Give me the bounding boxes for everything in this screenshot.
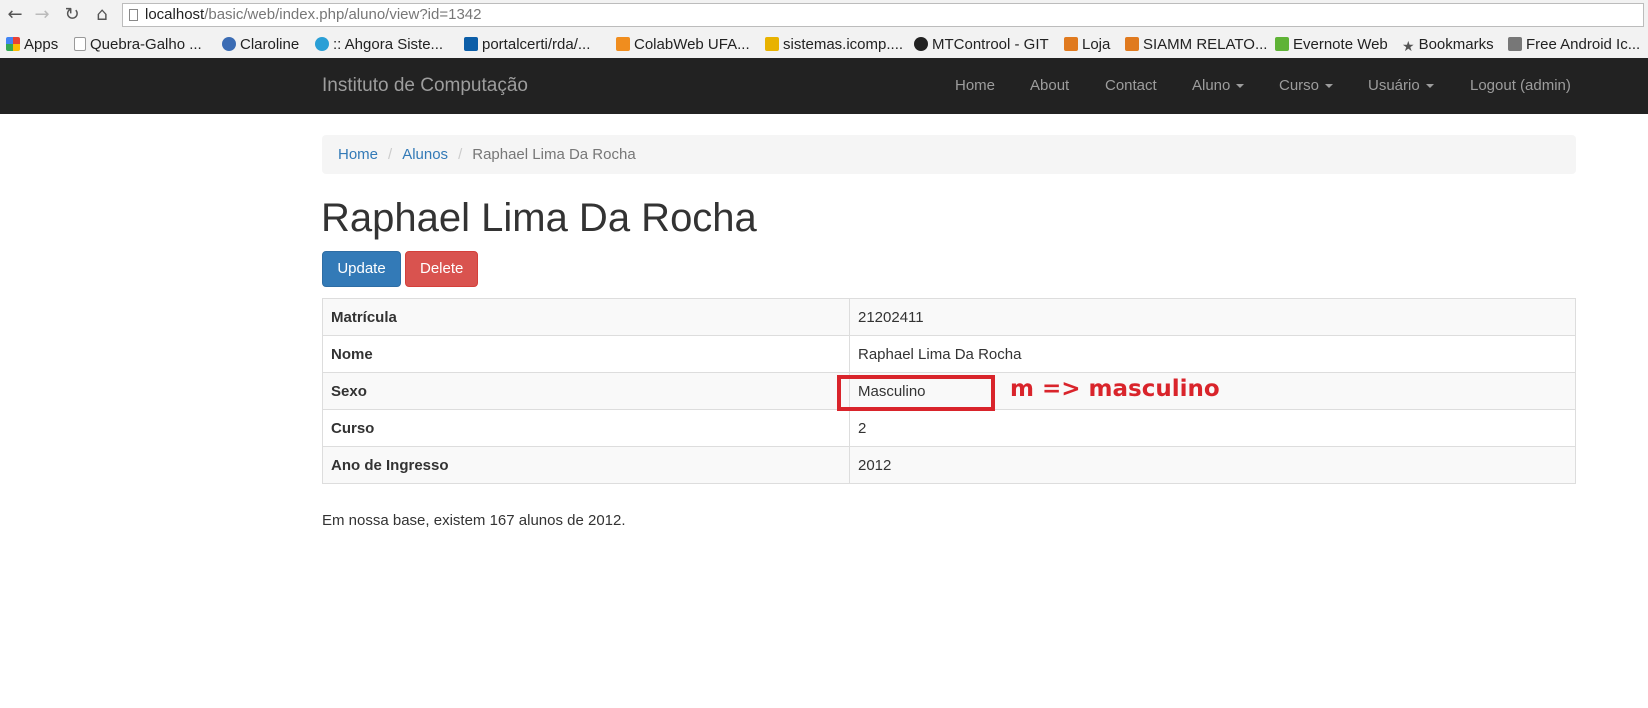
back-arrow-icon[interactable]: ← <box>4 4 26 26</box>
bookmark-portalcerti[interactable]: portalcerti/rda/... <box>464 31 590 58</box>
breadcrumb: Home / Alunos / Raphael Lima Da Rocha <box>322 135 1576 174</box>
bookmark-label: Bookmarks <box>1418 36 1494 53</box>
row-value: 2 <box>849 409 1576 447</box>
apps-grid-icon <box>6 37 20 51</box>
bookmark-label: portalcerti/rda/... <box>482 36 591 53</box>
nav-home[interactable]: Home <box>955 58 995 114</box>
table-row: Nome Raphael Lima Da Rocha <box>322 335 1576 373</box>
nav-usuario-label: Usuário <box>1368 77 1420 94</box>
table-row: Curso 2 <box>322 409 1576 447</box>
bookmark-evernote[interactable]: Evernote Web <box>1275 31 1388 58</box>
android-icon <box>1508 37 1522 51</box>
bookmark-colabweb[interactable]: ColabWeb UFA... <box>616 31 750 58</box>
row-label: Curso <box>322 409 850 447</box>
bookmark-apps[interactable]: Apps <box>6 31 58 58</box>
browser-toolbar: ← → ↻ ⌂ localhost/basic/web/index.php/al… <box>0 0 1648 32</box>
table-row: Ano de Ingresso 2012 <box>322 446 1576 484</box>
row-label: Ano de Ingresso <box>322 446 850 484</box>
nav-aluno-dropdown[interactable]: Aluno <box>1192 58 1245 114</box>
nav-curso-dropdown[interactable]: Curso <box>1279 58 1334 114</box>
nav-curso-label: Curso <box>1279 77 1320 94</box>
url-path: /basic/web/index.php/aluno/view?id=1342 <box>204 6 482 23</box>
bookmark-label: Quebra-Galho ... <box>90 36 202 53</box>
page-icon <box>74 37 86 51</box>
bookmark-ahgora[interactable]: :: Ahgora Siste... <box>315 31 443 58</box>
bookmark-label: SIAMM RELATO... <box>1143 36 1268 53</box>
page-title: Raphael Lima Da Rocha <box>321 196 757 240</box>
breadcrumb-current: Raphael Lima Da Rocha <box>472 146 636 163</box>
footnote-text: Em nossa base, existem 167 alunos de 201… <box>322 512 626 529</box>
main-navbar: Instituto de Computação Home About Conta… <box>0 58 1648 114</box>
bookmark-label: Free Android Ic... <box>1526 36 1641 53</box>
star-icon: ★ <box>1402 38 1415 54</box>
caret-down-icon <box>1325 84 1334 89</box>
nav-usuario-dropdown[interactable]: Usuário <box>1368 58 1434 114</box>
row-value: Raphael Lima Da Rocha <box>849 335 1576 373</box>
github-icon <box>914 37 928 51</box>
row-value: 21202411 <box>849 298 1576 336</box>
bookmark-mtcontrool[interactable]: MTControol - GIT <box>914 31 1049 58</box>
pma-icon <box>765 37 779 51</box>
bookmark-label: Claroline <box>240 36 300 53</box>
delete-button[interactable]: Delete <box>405 251 478 287</box>
navbar-brand[interactable]: Instituto de Computação <box>322 58 528 114</box>
breadcrumb-separator: / <box>458 146 463 163</box>
breadcrumb-home[interactable]: Home <box>338 146 378 163</box>
home-icon[interactable]: ⌂ <box>91 4 113 26</box>
row-value: 2012 <box>849 446 1576 484</box>
bookmark-claroline[interactable]: Claroline <box>222 31 299 58</box>
evernote-icon <box>1275 37 1289 51</box>
xampp-icon <box>1064 37 1078 51</box>
nav-about[interactable]: About <box>1030 58 1069 114</box>
bookmark-label: MTControol - GIT <box>932 36 1049 53</box>
claroline-icon <box>222 37 236 51</box>
bookmark-free-android[interactable]: Free Android Ic... <box>1508 31 1640 58</box>
row-label: Matrícula <box>322 298 850 336</box>
breadcrumb-separator: / <box>388 146 393 163</box>
caret-down-icon <box>1425 84 1434 89</box>
highlight-box <box>837 375 995 411</box>
caret-down-icon <box>1236 84 1245 89</box>
annotation-text: m => masculino <box>1010 376 1220 402</box>
bookmark-label: sistemas.icomp.... <box>783 36 904 53</box>
bookmark-label: Loja <box>1082 36 1111 53</box>
row-label: Sexo <box>322 372 850 410</box>
breadcrumb-alunos[interactable]: Alunos <box>402 146 448 163</box>
bookmark-label: Evernote Web <box>1293 36 1388 53</box>
forward-arrow-icon[interactable]: → <box>31 4 53 26</box>
bookmark-label: Apps <box>24 36 59 53</box>
bookmarks-bar: Apps Quebra-Galho ... Claroline :: Ahgor… <box>0 31 1648 59</box>
page-icon <box>129 9 138 21</box>
update-button[interactable]: Update <box>322 251 401 287</box>
moodle-icon <box>616 37 630 51</box>
url-bar[interactable]: localhost/basic/web/index.php/aluno/view… <box>122 3 1644 27</box>
bookmark-sistemas-icomp[interactable]: sistemas.icomp.... <box>765 31 903 58</box>
bookmark-bookmarks[interactable]: ★ Bookmarks <box>1402 31 1494 58</box>
row-label: Nome <box>322 335 850 373</box>
xampp-icon <box>1125 37 1139 51</box>
bookmark-loja[interactable]: Loja <box>1064 31 1110 58</box>
table-row: Matrícula 21202411 <box>322 298 1576 336</box>
nav-logout[interactable]: Logout (admin) <box>1470 58 1571 114</box>
ahgora-icon <box>315 37 329 51</box>
reload-icon[interactable]: ↻ <box>61 4 83 26</box>
bookmark-siamm[interactable]: SIAMM RELATO... <box>1125 31 1267 58</box>
sharepoint-icon <box>464 37 478 51</box>
bookmark-label: :: Ahgora Siste... <box>333 36 444 53</box>
bookmark-quebra-galho[interactable]: Quebra-Galho ... <box>74 31 202 58</box>
bookmark-label: ColabWeb UFA... <box>634 36 750 53</box>
url-host: localhost <box>145 6 205 23</box>
nav-aluno-label: Aluno <box>1192 77 1231 94</box>
nav-contact[interactable]: Contact <box>1105 58 1157 114</box>
